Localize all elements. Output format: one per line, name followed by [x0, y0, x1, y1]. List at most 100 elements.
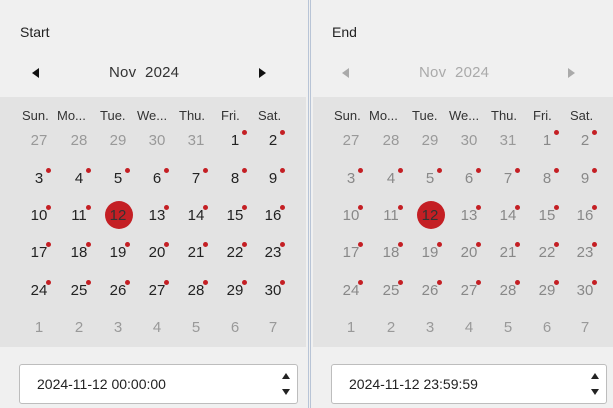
- end-day-cell[interactable]: 17: [336, 240, 366, 266]
- end-day-cell[interactable]: 5: [415, 166, 445, 192]
- end-day-cell[interactable]: 28: [376, 128, 406, 154]
- end-day-cell[interactable]: 27: [336, 128, 366, 154]
- end-day-cell[interactable]: 29: [415, 128, 445, 154]
- start-day-cell[interactable]: 3: [24, 166, 54, 192]
- start-day-cell[interactable]: 5: [103, 166, 133, 192]
- end-day-cell[interactable]: 30: [570, 278, 600, 304]
- start-day-cell[interactable]: 13: [142, 203, 172, 229]
- start-day-cell[interactable]: 29: [103, 128, 133, 154]
- end-prev-month-button[interactable]: [338, 63, 354, 83]
- start-day-cell[interactable]: 6: [142, 166, 172, 192]
- start-day-cell[interactable]: 3: [103, 315, 133, 341]
- start-day-cell[interactable]: 2: [64, 315, 94, 341]
- spin-down-icon[interactable]: [282, 389, 290, 395]
- start-month-year[interactable]: Nov 2024: [109, 64, 179, 81]
- start-day-cell[interactable]: 29: [220, 278, 250, 304]
- end-day-cell[interactable]: 22: [532, 240, 562, 266]
- end-day-cell[interactable]: 31: [493, 128, 523, 154]
- start-day-cell[interactable]: 6: [220, 315, 250, 341]
- start-day-cell[interactable]: 28: [181, 278, 211, 304]
- start-day-cell[interactable]: 26: [103, 278, 133, 304]
- spin-down-icon[interactable]: [591, 389, 599, 395]
- start-datetime-value: 2024-11-12 00:00:00: [37, 376, 166, 392]
- end-day-cell[interactable]: 10: [336, 203, 366, 229]
- end-next-month-button[interactable]: [564, 63, 580, 83]
- start-day-cell[interactable]: 7: [258, 315, 288, 341]
- end-day-cell[interactable]: 19: [415, 240, 445, 266]
- start-day-cell[interactable]: 20: [142, 240, 172, 266]
- end-datetime-field[interactable]: 2024-11-12 23:59:59: [331, 364, 607, 404]
- end-day-cell[interactable]: 18: [376, 240, 406, 266]
- end-day-cell[interactable]: 23: [570, 240, 600, 266]
- end-day-cell[interactable]: 4: [376, 166, 406, 192]
- start-next-month-button[interactable]: [255, 63, 271, 83]
- start-day-cell[interactable]: 4: [64, 166, 94, 192]
- start-day-cell[interactable]: 10: [24, 203, 54, 229]
- day-number: 1: [230, 132, 240, 149]
- end-day-cell[interactable]: 15: [532, 203, 562, 229]
- end-day-cell[interactable]: 29: [532, 278, 562, 304]
- end-day-cell[interactable]: 30: [454, 128, 484, 154]
- start-day-cell[interactable]: 18: [64, 240, 94, 266]
- end-day-cell[interactable]: 2: [570, 128, 600, 154]
- start-day-cell[interactable]: 27: [24, 128, 54, 154]
- start-selected-day[interactable]: 12: [103, 201, 133, 229]
- start-day-cell[interactable]: 30: [258, 278, 288, 304]
- end-day-cell[interactable]: 1: [336, 315, 366, 341]
- end-day-cell[interactable]: 25: [376, 278, 406, 304]
- spin-up-icon[interactable]: [282, 373, 290, 379]
- end-day-cell[interactable]: 6: [454, 166, 484, 192]
- start-day-cell[interactable]: 23: [258, 240, 288, 266]
- end-day-cell[interactable]: 3: [415, 315, 445, 341]
- end-day-cell[interactable]: 5: [493, 315, 523, 341]
- end-day-cell[interactable]: 21: [493, 240, 523, 266]
- start-day-cell[interactable]: 11: [64, 203, 94, 229]
- end-day-cell[interactable]: 1: [532, 128, 562, 154]
- end-day-cell[interactable]: 28: [493, 278, 523, 304]
- start-day-cell[interactable]: 28: [64, 128, 94, 154]
- end-day-cell[interactable]: 11: [376, 203, 406, 229]
- start-day-cell[interactable]: 25: [64, 278, 94, 304]
- end-day-cell[interactable]: 9: [570, 166, 600, 192]
- start-day-cell[interactable]: 2: [258, 128, 288, 154]
- start-day-cell[interactable]: 14: [181, 203, 211, 229]
- start-prev-month-button[interactable]: [28, 63, 44, 83]
- end-day-cell[interactable]: 4: [454, 315, 484, 341]
- start-day-cell[interactable]: 7: [181, 166, 211, 192]
- start-day-cell[interactable]: 4: [142, 315, 172, 341]
- end-day-cell[interactable]: 14: [493, 203, 523, 229]
- end-selected-day[interactable]: 12: [415, 201, 445, 229]
- start-day-cell[interactable]: 16: [258, 203, 288, 229]
- end-day-cell[interactable]: 27: [454, 278, 484, 304]
- start-datetime-field[interactable]: 2024-11-12 00:00:00: [19, 364, 298, 404]
- end-month-year[interactable]: Nov 2024: [419, 64, 489, 81]
- start-datetime-spinner[interactable]: [279, 371, 293, 399]
- end-day-cell[interactable]: 7: [493, 166, 523, 192]
- start-day-cell[interactable]: 9: [258, 166, 288, 192]
- start-day-cell[interactable]: 19: [103, 240, 133, 266]
- start-day-cell[interactable]: 8: [220, 166, 250, 192]
- end-day-cell[interactable]: 8: [532, 166, 562, 192]
- start-day-cell[interactable]: 5: [181, 315, 211, 341]
- start-day-cell[interactable]: 24: [24, 278, 54, 304]
- end-day-cell[interactable]: 24: [336, 278, 366, 304]
- start-day-cell[interactable]: 17: [24, 240, 54, 266]
- end-day-cell[interactable]: 7: [570, 315, 600, 341]
- spin-up-icon[interactable]: [591, 373, 599, 379]
- end-day-cell[interactable]: 13: [454, 203, 484, 229]
- end-datetime-spinner[interactable]: [588, 371, 602, 399]
- end-day-cell[interactable]: 2: [376, 315, 406, 341]
- start-day-cell[interactable]: 21: [181, 240, 211, 266]
- end-day-cell[interactable]: 20: [454, 240, 484, 266]
- end-day-cell[interactable]: 26: [415, 278, 445, 304]
- start-day-cell[interactable]: 27: [142, 278, 172, 304]
- start-day-cell[interactable]: 30: [142, 128, 172, 154]
- end-day-cell[interactable]: 6: [532, 315, 562, 341]
- start-day-cell[interactable]: 1: [24, 315, 54, 341]
- start-day-cell[interactable]: 15: [220, 203, 250, 229]
- end-day-cell[interactable]: 16: [570, 203, 600, 229]
- end-day-cell[interactable]: 3: [336, 166, 366, 192]
- start-day-cell[interactable]: 1: [220, 128, 250, 154]
- start-day-cell[interactable]: 31: [181, 128, 211, 154]
- start-day-cell[interactable]: 22: [220, 240, 250, 266]
